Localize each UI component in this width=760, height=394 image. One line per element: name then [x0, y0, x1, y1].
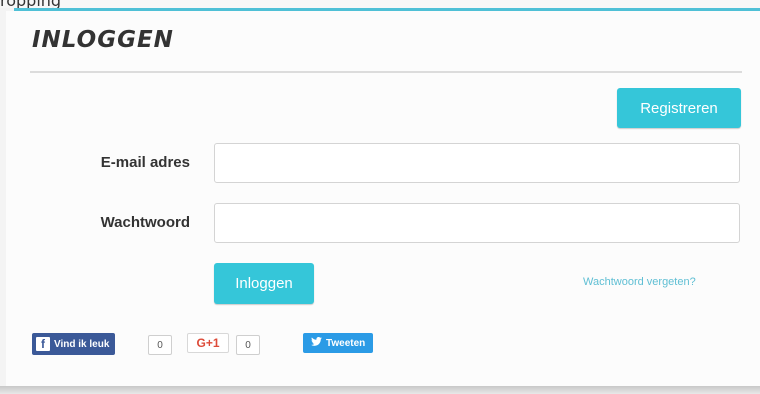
email-field[interactable] — [214, 143, 740, 183]
tweet-label: Tweeten — [326, 337, 366, 349]
tweet-button[interactable]: Tweeten — [303, 333, 374, 353]
top-strip: ropping — [0, 0, 760, 10]
facebook-like-count: 0 — [148, 335, 172, 355]
page-title: INLOGGEN — [32, 27, 174, 53]
facebook-icon: f — [36, 337, 50, 351]
twitter-bird-svg — [311, 337, 322, 346]
password-field[interactable] — [214, 203, 740, 243]
twitter-bird-icon — [311, 337, 322, 349]
facebook-like-label: Vind ik leuk — [54, 338, 110, 350]
login-button[interactable]: Inloggen — [214, 263, 314, 304]
login-panel — [6, 11, 760, 386]
register-button[interactable]: Registreren — [617, 88, 741, 128]
gplus-count: 0 — [236, 335, 260, 355]
facebook-like-button[interactable]: f Vind ik leuk — [32, 333, 116, 355]
title-divider — [30, 71, 742, 73]
gplus-button[interactable]: G+1 — [187, 333, 229, 353]
panel-bottom-shadow — [0, 386, 760, 394]
email-label: E-mail adres — [100, 154, 190, 171]
password-label: Wachtwoord — [100, 214, 190, 231]
forgot-password-link[interactable]: Wachtwoord vergeten? — [583, 276, 696, 288]
